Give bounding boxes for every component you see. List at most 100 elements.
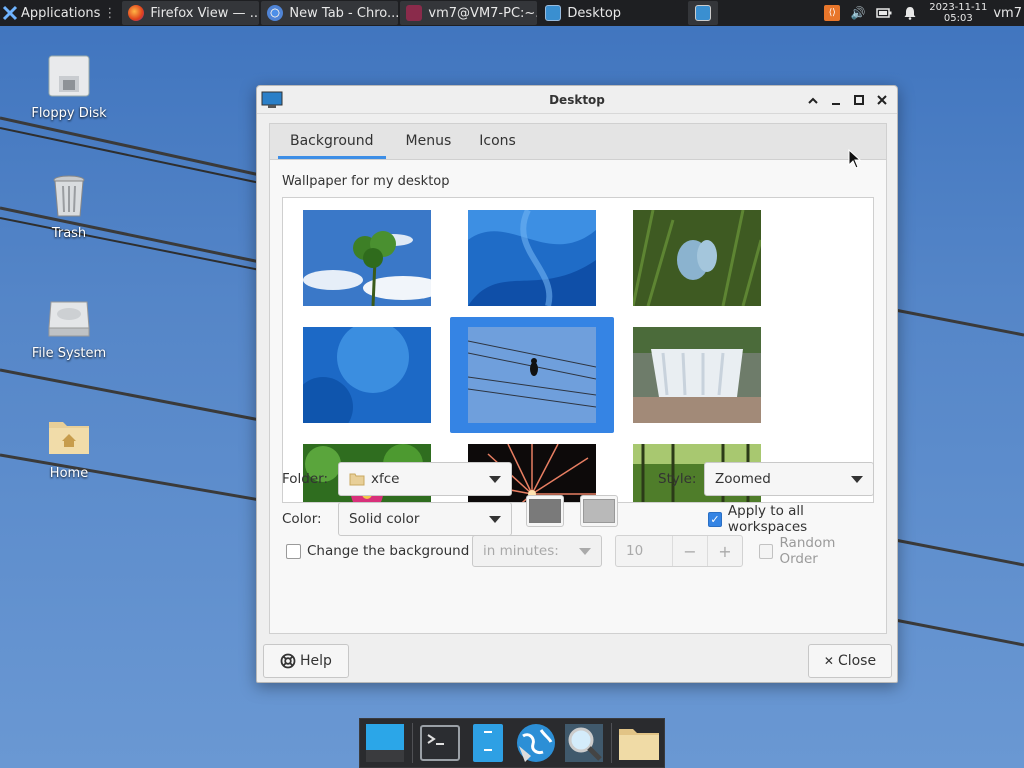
web-browser-icon[interactable]: [515, 722, 557, 764]
tab-background[interactable]: Background: [270, 123, 386, 159]
chrome-icon: [267, 5, 284, 21]
color-mode-combobox[interactable]: Solid color: [338, 502, 512, 536]
tab-bar: Background Menus Icons: [269, 123, 887, 159]
change-background-label: Change the background: [307, 543, 470, 559]
wallpaper-thumb-selected[interactable]: [450, 317, 614, 433]
close-button[interactable]: ✕ Close: [808, 644, 892, 678]
desktop-icon-floppy-disk[interactable]: Floppy Disk: [24, 52, 114, 121]
taskbar-item-terminal[interactable]: vm7@VM7-PC:~...: [400, 1, 538, 25]
random-order-checkbox[interactable]: Random Order: [759, 535, 874, 567]
maximize-button[interactable]: [849, 91, 868, 110]
apply-all-workspaces-checkbox[interactable]: ✓ Apply to all workspaces: [708, 503, 874, 535]
chevron-down-icon: [489, 476, 501, 483]
terminal-icon[interactable]: [419, 722, 461, 764]
taskbar-item-firefox[interactable]: Firefox View — ...: [122, 1, 260, 25]
dock-separator: [611, 723, 612, 763]
trash-icon: [53, 175, 85, 217]
terminal-icon: [406, 5, 423, 21]
taskbar-item-label: New Tab - Chro...: [289, 5, 399, 21]
desktop-icon-label: File System: [31, 346, 107, 361]
background-tab-panel: Wallpaper for my desktop Folder: xfce St…: [269, 159, 887, 634]
clock-date: 2023-11-11: [929, 2, 988, 13]
tab-menus[interactable]: Menus: [394, 123, 464, 159]
home-folder-icon: [49, 422, 89, 454]
increment-button[interactable]: +: [707, 536, 742, 566]
checkmark-icon: ✓: [708, 511, 722, 527]
firefox-icon: [128, 5, 145, 21]
blue-soft-shapes-thumbnail: [303, 327, 431, 423]
close-window-button[interactable]: [872, 91, 891, 110]
applications-menu-button[interactable]: Applications ⋮: [0, 0, 120, 26]
checkbox-unchecked-icon: [759, 543, 774, 559]
show-desktop-icon[interactable]: [364, 722, 406, 764]
close-x-icon: ✕: [823, 654, 834, 668]
taskbar-item-label: vm7@VM7-PC:~...: [428, 5, 538, 21]
interval-unit-combobox[interactable]: in minutes:: [472, 535, 602, 567]
minimize-button[interactable]: [826, 91, 845, 110]
clock[interactable]: 2023-11-11 05:03: [929, 2, 987, 24]
style-combobox[interactable]: Zoomed: [704, 462, 874, 496]
taskbar-item-label: Desktop: [567, 5, 622, 21]
dock-separator: [412, 723, 413, 763]
clover-sky-thumbnail: [303, 210, 431, 306]
dialog-titlebar[interactable]: Desktop: [257, 86, 897, 114]
folder-combobox[interactable]: xfce: [338, 462, 512, 496]
help-label: Help: [300, 653, 332, 669]
folder-label: Folder:: [282, 471, 329, 487]
clock-time: 05:03: [943, 13, 973, 24]
color-row: Color: Solid color ✓ Apply to all worksp…: [282, 495, 874, 536]
system-tray: ⟨⟩ 🔊 2023-11-11 05:03 vm7: [819, 0, 1024, 26]
app-finder-icon[interactable]: [563, 722, 605, 764]
volume-icon[interactable]: 🔊: [850, 5, 866, 21]
primary-color-swatch: [529, 499, 561, 523]
taskbar-item-desktop[interactable]: Desktop: [539, 1, 677, 25]
user-menu[interactable]: vm7: [993, 6, 1024, 21]
update-notifier-icon[interactable]: ⟨⟩: [824, 5, 841, 21]
wallpaper-thumb[interactable]: [450, 200, 614, 316]
file-manager-icon[interactable]: [467, 722, 509, 764]
notifications-bell-icon[interactable]: [902, 5, 918, 21]
tab-icons[interactable]: Icons: [467, 123, 528, 159]
desktop-icon-home[interactable]: Home: [24, 412, 114, 481]
close-label: Close: [837, 653, 877, 669]
shade-window-button[interactable]: [803, 91, 822, 110]
interval-spinner[interactable]: 10 − +: [615, 535, 743, 567]
wallpaper-thumb[interactable]: [285, 317, 449, 433]
decrement-button[interactable]: −: [672, 536, 707, 566]
folder-icon[interactable]: [618, 722, 660, 764]
bird-on-wires-thumbnail: [468, 327, 596, 423]
floppy-disk-icon: [48, 55, 90, 97]
workspace-thumbnail-icon: [695, 5, 712, 21]
style-value: Zoomed: [715, 471, 771, 487]
desktop-icon-trash[interactable]: Trash: [24, 172, 114, 241]
change-background-checkbox[interactable]: Change the background: [286, 543, 469, 559]
wallpaper-thumb[interactable]: [285, 200, 449, 316]
battery-icon[interactable]: [876, 5, 892, 21]
folder-value: xfce: [371, 471, 400, 487]
wallpaper-thumb[interactable]: [615, 317, 779, 433]
secondary-color-swatch: [583, 499, 615, 523]
help-button[interactable]: Help: [263, 644, 349, 678]
wallpaper-thumb[interactable]: [615, 200, 779, 316]
hard-drive-icon: [48, 301, 90, 337]
workspace-switcher[interactable]: [688, 1, 719, 25]
waterfall-thumbnail: [633, 327, 761, 423]
interval-value: 10: [626, 543, 644, 559]
secondary-color-button[interactable]: [580, 495, 618, 527]
mouse-cursor-icon: [848, 149, 862, 169]
desktop-settings-dialog: Desktop Background Menus Icons Wallpaper…: [256, 85, 898, 683]
taskbar-item-chrome[interactable]: New Tab - Chro...: [261, 1, 399, 25]
butterfly-grass-thumbnail: [633, 210, 761, 306]
style-label: Style:: [658, 471, 697, 487]
wallpaper-gallery[interactable]: [282, 197, 874, 503]
bottom-dock: [359, 718, 665, 768]
checkbox-unchecked-icon: [286, 543, 301, 559]
color-mode-value: Solid color: [349, 511, 420, 527]
desktop-icon-file-system[interactable]: File System: [24, 292, 114, 361]
folder-style-row: Folder: xfce Style: Zoomed: [282, 462, 874, 496]
menu-separator-glyph: ⋮: [103, 5, 117, 21]
chevron-down-icon: [489, 516, 501, 523]
primary-color-button[interactable]: [526, 495, 564, 527]
desktop-icon-label: Home: [49, 466, 89, 481]
desktop-settings-icon: [545, 5, 562, 21]
